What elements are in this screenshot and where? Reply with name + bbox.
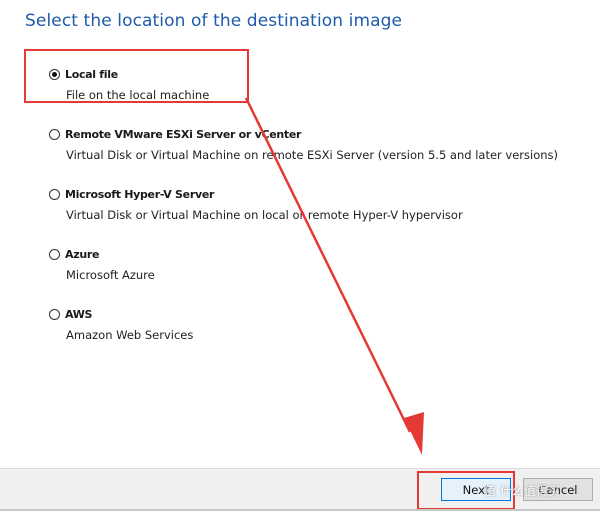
option-description: Microsoft Azure bbox=[66, 268, 155, 282]
option-label: Azure bbox=[65, 248, 100, 261]
page-title: Select the location of the destination i… bbox=[25, 11, 403, 31]
annotation-highlight-local-file bbox=[24, 49, 249, 103]
option-label: AWS bbox=[65, 308, 93, 321]
option-description: Amazon Web Services bbox=[66, 328, 194, 342]
option-description: Virtual Disk or Virtual Machine on remot… bbox=[66, 148, 559, 162]
option-label: Remote VMware ESXi Server or vCenter bbox=[65, 128, 302, 141]
watermark-text: 值 什么值得买 bbox=[484, 484, 560, 498]
wizard-page: Select the location of the destination i… bbox=[0, 0, 600, 511]
radio-remote-vmware[interactable] bbox=[49, 129, 60, 140]
option-label: Microsoft Hyper-V Server bbox=[65, 188, 215, 201]
option-description: Virtual Disk or Virtual Machine on local… bbox=[66, 208, 463, 222]
radio-hyperv[interactable] bbox=[49, 189, 60, 200]
radio-aws[interactable] bbox=[49, 309, 60, 320]
radio-azure[interactable] bbox=[49, 249, 60, 260]
